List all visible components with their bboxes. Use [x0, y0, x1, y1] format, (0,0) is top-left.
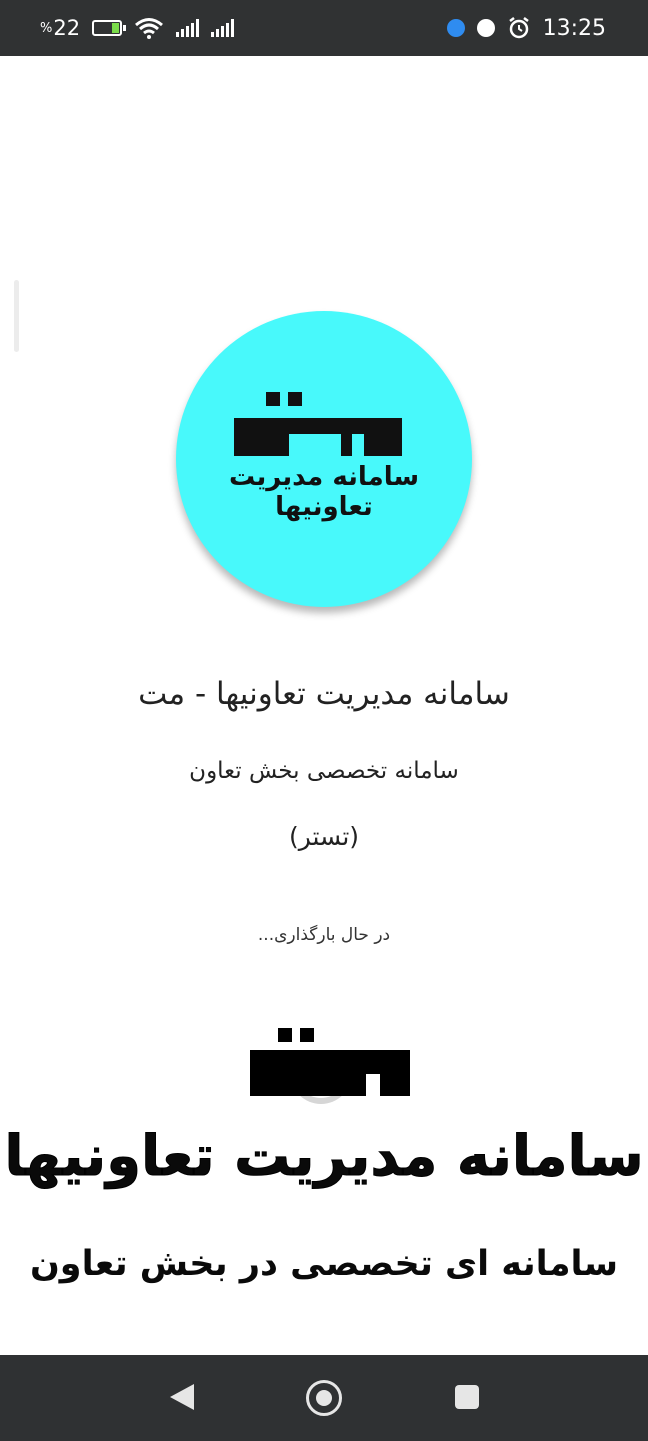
brand-subtitle: سامانه ای تخصصی در بخش تعاون: [29, 1244, 619, 1284]
brand-title: سامانه مدیریت تعاونیها: [4, 1124, 645, 1190]
app-subtitle: سامانه تخصصی بخش تعاون: [189, 758, 459, 784]
home-icon[interactable]: [306, 1380, 342, 1416]
logo-mark-icon: [234, 392, 402, 456]
signal-icon: [176, 19, 200, 37]
status-bar-right: 13:25: [446, 15, 606, 41]
percent-sign: %: [40, 20, 53, 36]
status-bar-left: % 22: [40, 16, 235, 40]
loading-text: در حال بارگذاری...: [257, 925, 391, 945]
brand-mark-icon: [250, 1028, 410, 1096]
navigation-bar: [0, 1355, 648, 1441]
status-bar: % 22 13:25: [0, 0, 648, 56]
battery-charging-icon: [92, 20, 127, 36]
clock: 13:25: [542, 15, 606, 41]
battery-percent-value: 22: [53, 16, 81, 40]
recent-apps-icon[interactable]: [455, 1385, 479, 1409]
app-notification-icon: [446, 19, 465, 37]
app-title: سامانه مدیریت تعاونیها - مت: [138, 676, 510, 712]
battery-percent: % 22: [40, 16, 80, 40]
scroll-indicator: [14, 280, 19, 352]
wifi-icon: [135, 18, 164, 39]
back-icon[interactable]: [168, 1382, 196, 1412]
alarm-icon: [508, 17, 529, 39]
logo-text: سامانه مدیریت تعاونیها: [228, 462, 420, 522]
environment-label: (تستر): [288, 822, 360, 851]
signal-icon: [211, 19, 235, 37]
app-notification-icon: [476, 19, 495, 37]
